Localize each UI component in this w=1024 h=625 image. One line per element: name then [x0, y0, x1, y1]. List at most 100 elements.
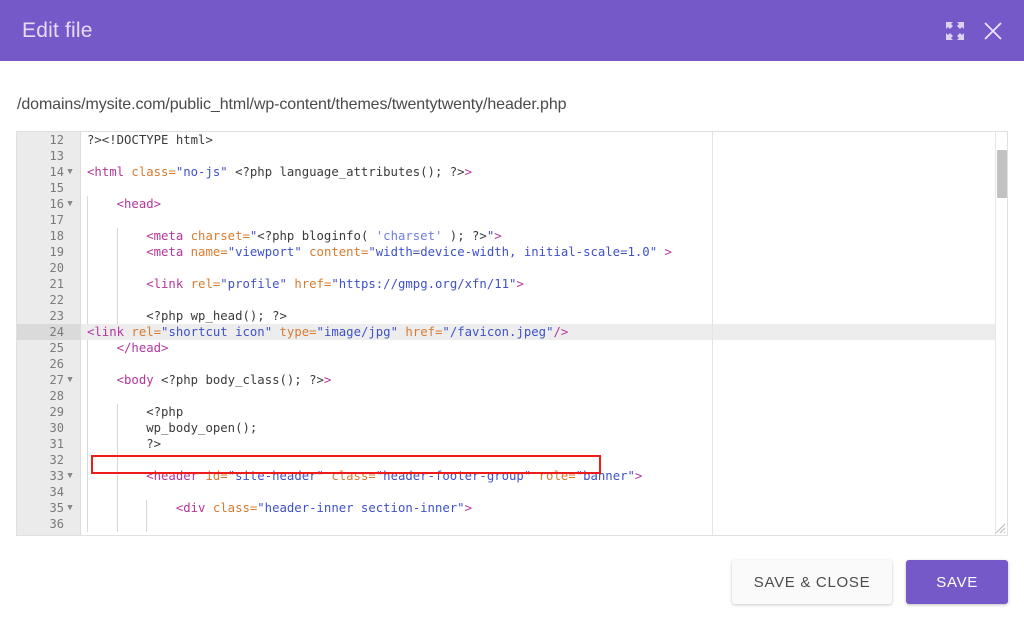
code-token-str: "no-js" — [175, 165, 228, 179]
code-line-12[interactable]: ?><!DOCTYPE html> — [81, 132, 1007, 148]
code-token-plain: ?><!DOCTYPE html> — [87, 133, 213, 147]
gutter-line-35[interactable]: 35 ▼ — [17, 500, 80, 516]
code-line-35[interactable]: <div class="header-inner section-inner"> — [81, 500, 1007, 516]
fold-arrow-icon[interactable]: ▼ — [64, 196, 76, 212]
code-line-13[interactable] — [81, 148, 1007, 164]
code-line-24[interactable]: <link rel="shortcut icon" type="image/jp… — [81, 324, 1007, 340]
code-line-14[interactable]: <html class="no-js" <?php language_attri… — [81, 164, 1007, 180]
code-line-23[interactable]: <?php wp_head(); ?> — [81, 308, 1007, 324]
code-token-tag: <link — [87, 325, 132, 339]
code-token-tag: <head> — [87, 197, 162, 211]
gutter-line-36[interactable]: 36 — [17, 516, 80, 532]
code-line-26[interactable] — [81, 356, 1007, 372]
gutter-line-13[interactable]: 13 — [17, 148, 80, 164]
code-line-20[interactable] — [81, 260, 1007, 276]
code-line-19[interactable]: <meta name="viewport" content="width=dev… — [81, 244, 1007, 260]
code-token-tag: > — [464, 165, 472, 179]
code-token-attr: href= — [405, 325, 443, 339]
expand-icon[interactable] — [938, 14, 972, 48]
gutter-line-23[interactable]: 23 — [17, 308, 80, 324]
code-line-32[interactable] — [81, 452, 1007, 468]
scrollbar-thumb[interactable] — [997, 150, 1007, 198]
gutter-line-29[interactable]: 29 — [17, 404, 80, 420]
close-icon[interactable] — [976, 14, 1010, 48]
gutter-line-18[interactable]: 18 — [17, 228, 80, 244]
code-line-17[interactable] — [81, 212, 1007, 228]
line-number: 14 — [49, 165, 64, 179]
fold-arrow-icon[interactable]: ▼ — [64, 372, 76, 388]
code-line-27[interactable]: <body <?php body_class(); ?>> — [81, 372, 1007, 388]
gutter-line-15[interactable]: 15 — [17, 180, 80, 196]
code-token-tag: <link — [87, 277, 191, 291]
gutter-line-27[interactable]: 27 ▼ — [17, 372, 80, 388]
code-token-tag: <body — [87, 373, 162, 387]
code-line-34[interactable] — [81, 484, 1007, 500]
code-line-29[interactable]: <?php — [81, 404, 1007, 420]
code-line-25[interactable]: </head> — [81, 340, 1007, 356]
save-and-close-button[interactable]: SAVE & CLOSE — [731, 560, 893, 604]
gutter-line-19[interactable]: 19 — [17, 244, 80, 260]
gutter-line-14[interactable]: 14 ▼ — [17, 164, 80, 180]
code-token-attr: rel= — [190, 277, 221, 291]
gutter-line-12[interactable]: 12 — [17, 132, 80, 148]
fold-arrow-icon[interactable]: ▼ — [64, 164, 76, 180]
code-line-22[interactable] — [81, 292, 1007, 308]
indent-guide — [146, 500, 148, 516]
code-token-attr: id= — [205, 469, 228, 483]
code-token-attr: class= — [212, 501, 258, 515]
gutter-line-32[interactable]: 32 — [17, 452, 80, 468]
resize-handle-icon[interactable] — [992, 520, 1006, 534]
code-line-36[interactable] — [81, 516, 1007, 532]
indent-guide — [87, 276, 88, 292]
code-line-33[interactable]: <header id="site-header" class="header-f… — [81, 468, 1007, 484]
gutter-line-16[interactable]: 16 ▼ — [17, 196, 80, 212]
code-editor[interactable]: 12 13 14 ▼ 15 16 ▼ 17 18 19 20 21 22 23 24 25 26 27 ▼ 28 29 3… — [16, 131, 1008, 536]
code-token-tag: /> — [553, 325, 569, 339]
code-token-attr: content= — [309, 245, 369, 259]
fold-arrow-icon[interactable]: ▼ — [64, 468, 76, 484]
gutter-line-25[interactable]: 25 — [17, 340, 80, 356]
code-token-php: ?> — [87, 437, 162, 451]
line-number: 13 — [49, 149, 64, 163]
indent-guide — [116, 516, 118, 532]
indent-guide — [116, 276, 118, 292]
dialog-title-bar: Edit file — [0, 0, 1024, 61]
gutter-line-30[interactable]: 30 — [17, 420, 80, 436]
code-token-str: "banner" — [575, 469, 635, 483]
code-line-30[interactable]: wp_body_open(); — [81, 420, 1007, 436]
code-token-tag: <html — [87, 165, 132, 179]
code-token-attr: class= — [331, 469, 376, 483]
code-token-str: "site-header" — [227, 469, 324, 483]
line-number: 12 — [49, 133, 64, 147]
indent-guide — [87, 404, 88, 420]
gutter-line-33[interactable]: 33 ▼ — [17, 468, 80, 484]
code-token-pstr: 'charset' — [375, 229, 443, 243]
indent-guide — [87, 356, 88, 372]
fold-arrow-icon[interactable]: ▼ — [64, 500, 76, 516]
gutter-line-24[interactable]: 24 — [17, 324, 80, 340]
gutter-line-21[interactable]: 21 — [17, 276, 80, 292]
gutter-line-31[interactable]: 31 — [17, 436, 80, 452]
indent-guide — [116, 228, 118, 244]
line-number: 23 — [49, 309, 64, 323]
gutter-line-26[interactable]: 26 — [17, 356, 80, 372]
code-line-21[interactable]: <link rel="profile" href="https://gmpg.o… — [81, 276, 1007, 292]
gutter-line-28[interactable]: 28 — [17, 388, 80, 404]
indent-guide — [116, 436, 118, 452]
save-button[interactable]: SAVE — [906, 560, 1008, 604]
code-line-16[interactable]: <head> — [81, 196, 1007, 212]
code-line-31[interactable]: ?> — [81, 436, 1007, 452]
gutter-line-34[interactable]: 34 — [17, 484, 80, 500]
page-title: Edit file — [22, 18, 93, 42]
code-token-tag: <div — [87, 501, 213, 515]
gutter-line-17[interactable]: 17 — [17, 212, 80, 228]
code-line-18[interactable]: <meta charset="<?php bloginfo( 'charset'… — [81, 228, 1007, 244]
code-line-15[interactable] — [81, 180, 1007, 196]
indent-guide — [116, 308, 118, 324]
gutter-line-22[interactable]: 22 — [17, 292, 80, 308]
code-line-28[interactable] — [81, 388, 1007, 404]
code-content-area[interactable]: ?><!DOCTYPE html> <html class="no-js" <?… — [81, 132, 1007, 535]
print-margin-guide — [712, 132, 713, 535]
gutter-line-20[interactable]: 20 — [17, 260, 80, 276]
editor-vertical-scrollbar[interactable] — [995, 132, 1007, 535]
